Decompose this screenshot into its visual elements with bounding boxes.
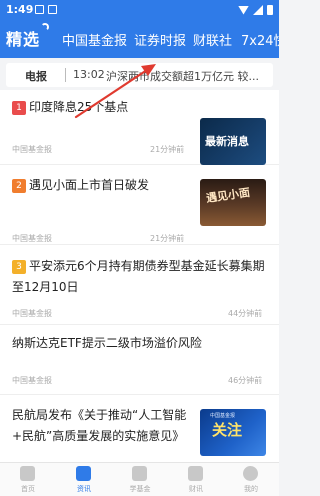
telegraph-tag: 电报 xyxy=(25,70,47,83)
rank-badge: 3 xyxy=(12,260,26,274)
news-time: 44分钟前 xyxy=(228,309,263,318)
thumbnail-source: 中国基金报 xyxy=(210,413,236,419)
news-title: 民航局发布《关于推动“人工智能+民航”高质量发展的实施意见》 xyxy=(12,405,202,447)
news-time: 21分钟前 xyxy=(150,145,185,154)
telegraph-time: 13:02 xyxy=(73,68,105,81)
chat-icon xyxy=(188,466,203,481)
tab-7x24[interactable]: 7x24快 xyxy=(241,30,279,49)
signal-icon xyxy=(253,5,263,15)
rank-badge: 1 xyxy=(12,101,26,115)
app-logo: 精选 xyxy=(6,30,41,49)
bottom-tab-label: 资讯 xyxy=(77,485,91,493)
news-item[interactable]: 3 平安添元6个月持有期债券型基金延长募集期至12月10日 中国基金报 44分钟前 xyxy=(0,245,279,325)
school-icon xyxy=(132,466,147,481)
divider xyxy=(65,68,66,82)
news-item[interactable]: 1 印度降息25个基点 中国基金报 21分钟前 最新消息 xyxy=(0,90,279,165)
news-thumbnail: 最新消息 xyxy=(200,118,266,165)
status-time: 1:49 xyxy=(6,3,34,16)
news-source: 中国基金报 xyxy=(12,376,52,385)
news-time: 46分钟前 xyxy=(228,376,263,385)
bottom-tab-label: 我的 xyxy=(244,485,258,493)
news-title-text: 印度降息25个基点 xyxy=(29,100,129,114)
bottom-tab-home[interactable]: 首页 xyxy=(0,463,56,496)
news-item[interactable]: 2 遇见小面上市首日破发 中国基金报 21分钟前 遇见小面 xyxy=(0,165,279,245)
top-nav: 精选 中国基金报 证券时报 财联社 7x24快 xyxy=(0,20,279,58)
news-title-text: 民航局发布《关于推动“人工智能+民航”高质量发展的实施意见》 xyxy=(12,408,187,443)
news-item[interactable]: 纳斯达克ETF提示二级市场溢价风险 中国基金报 46分钟前 xyxy=(0,325,279,395)
news-source: 中国基金报 xyxy=(12,309,52,318)
bottom-tab-label: 首页 xyxy=(21,485,35,493)
news-source: 中国基金报 xyxy=(12,234,52,243)
telegraph-banner[interactable]: 电报 13:02 沪深两市成交额超1万亿元 较... xyxy=(6,63,273,87)
trend-icon xyxy=(20,466,35,481)
document-icon xyxy=(76,466,91,481)
news-source: 中国基金报 xyxy=(12,145,52,154)
news-title: 2 遇见小面上市首日破发 xyxy=(12,175,202,196)
bottom-tab-profile[interactable]: 我的 xyxy=(223,463,279,496)
status-bar: 1:49 xyxy=(0,0,279,20)
thumbnail-caption: 最新消息 xyxy=(205,135,249,148)
bottom-tab-label: 学基金 xyxy=(129,485,151,493)
thumbnail-caption: 关注 xyxy=(212,421,243,439)
tab-china-fund-news[interactable]: 中国基金报 xyxy=(62,30,127,49)
status-indicators xyxy=(238,5,273,15)
bottom-tab-news[interactable]: 资讯 xyxy=(56,463,112,496)
bottom-tab-label: 财讯 xyxy=(189,485,203,493)
news-title-text: 纳斯达克ETF提示二级市场溢价风险 xyxy=(12,336,202,350)
bottom-tab-bar: 首页 资讯 学基金 财讯 我的 xyxy=(0,462,279,496)
news-thumbnail: 遇见小面 xyxy=(200,179,266,226)
signal-wave-icon xyxy=(41,23,49,31)
news-title: 纳斯达克ETF提示二级市场溢价风险 xyxy=(12,333,270,354)
telegraph-text: 沪深两市成交额超1万亿元 较... xyxy=(106,70,259,83)
news-title: 1 印度降息25个基点 xyxy=(12,97,202,118)
news-time: 21分钟前 xyxy=(150,234,185,243)
news-item[interactable]: 民航局发布《关于推动“人工智能+民航”高质量发展的实施意见》 中国基金报 关注 xyxy=(0,395,279,462)
notification-icon xyxy=(35,5,44,14)
battery-icon xyxy=(267,5,273,15)
thumbnail-caption: 遇见小面 xyxy=(205,185,251,205)
news-list: 1 印度降息25个基点 中国基金报 21分钟前 最新消息 2 遇见小面上市首日破发 … xyxy=(0,90,279,462)
rank-badge: 2 xyxy=(12,179,26,193)
user-icon xyxy=(243,466,258,481)
news-thumbnail: 中国基金报 关注 xyxy=(200,409,266,456)
tab-cailian[interactable]: 财联社 xyxy=(193,30,232,49)
bottom-tab-finance[interactable]: 财讯 xyxy=(168,463,224,496)
bottom-tab-learn[interactable]: 学基金 xyxy=(112,463,168,496)
wifi-icon xyxy=(238,5,249,15)
tab-securities-times[interactable]: 证券时报 xyxy=(134,30,186,49)
news-title: 3 平安添元6个月持有期债券型基金延长募集期至12月10日 xyxy=(12,256,270,298)
news-title-text: 平安添元6个月持有期债券型基金延长募集期至12月10日 xyxy=(12,259,265,294)
news-title-text: 遇见小面上市首日破发 xyxy=(29,178,150,192)
notification-icon xyxy=(48,5,57,14)
